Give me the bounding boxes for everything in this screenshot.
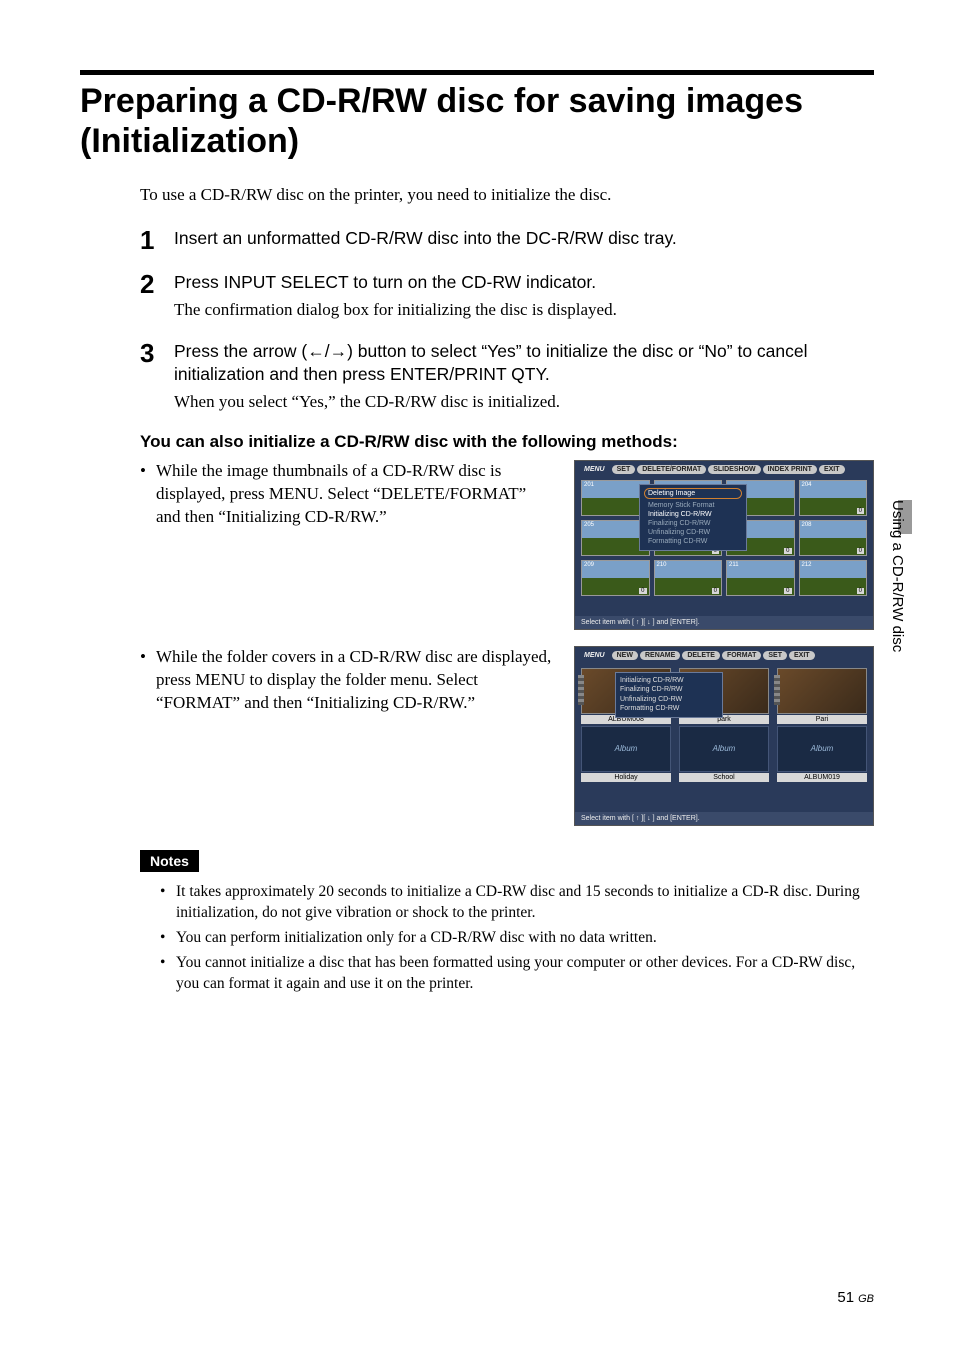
folder-item: Pari bbox=[777, 668, 867, 724]
delete-format-tab: DELETE/FORMAT bbox=[637, 465, 706, 474]
thumbnail: 2080 bbox=[799, 520, 868, 556]
note-item: It takes approximately 20 seconds to ini… bbox=[176, 882, 874, 924]
side-tab-label: Using a CD-R/RW disc bbox=[889, 500, 906, 652]
rename-tab: RENAME bbox=[640, 651, 680, 660]
step-subtext: When you select “Yes,” the CD-R/RW disc … bbox=[174, 391, 874, 414]
bullet-icon: • bbox=[160, 882, 170, 924]
bullet-icon: • bbox=[140, 646, 150, 715]
exit-tab: EXIT bbox=[819, 465, 845, 474]
step-3: 3 Press the arrow (←/→) button to select… bbox=[140, 340, 874, 414]
intro-text: To use a CD-R/RW disc on the printer, yo… bbox=[140, 185, 874, 205]
menu-tab: MENU bbox=[579, 651, 610, 660]
set-tab: SET bbox=[612, 465, 636, 474]
dropdown-option: Formatting CD-RW bbox=[620, 704, 718, 713]
dropdown-option: Formatting CD-RW bbox=[644, 537, 742, 546]
step-instruction: Insert an unformatted CD-R/RW disc into … bbox=[174, 227, 874, 251]
status-bar: Select item with [ ↑ ][ ↓ ] and [ENTER]. bbox=[575, 616, 873, 629]
method-2-text: While the folder covers in a CD-R/RW dis… bbox=[156, 646, 554, 715]
note-item: You cannot initialize a disc that has be… bbox=[176, 953, 874, 995]
step-1: 1 Insert an unformatted CD-R/RW disc int… bbox=[140, 227, 874, 253]
methods-subheading: You can also initialize a CD-R/RW disc w… bbox=[140, 432, 874, 452]
section-rule bbox=[80, 70, 874, 75]
thumbnail: 2110 bbox=[726, 560, 795, 596]
folder-item: Album School bbox=[679, 726, 769, 782]
page-number: 51GB bbox=[837, 1289, 874, 1306]
index-print-tab: INDEX PRINT bbox=[763, 465, 817, 474]
note-item: You can perform initialization only for … bbox=[176, 928, 657, 949]
dropdown-option: Unfinalizing CD-RW bbox=[644, 528, 742, 537]
delete-tab: DELETE bbox=[682, 651, 720, 660]
step-number: 1 bbox=[140, 227, 160, 253]
dropdown-option: Memory Stick Format bbox=[644, 501, 742, 510]
method-2-row: • While the folder covers in a CD-R/RW d… bbox=[140, 646, 874, 826]
step-number: 3 bbox=[140, 340, 160, 414]
notes-heading: Notes bbox=[140, 850, 199, 872]
format-dropdown: Initializing CD-R/RW Finalizing CD-R/RW … bbox=[615, 672, 723, 718]
exit-tab: EXIT bbox=[789, 651, 815, 660]
thumbnail: 2100 bbox=[654, 560, 723, 596]
folder-item: Album ALBUM019 bbox=[777, 726, 867, 782]
dropdown-option: Finalizing CD-R/RW bbox=[644, 519, 742, 528]
slideshow-tab: SLIDESHOW bbox=[708, 465, 760, 474]
page-title: Preparing a CD-R/RW disc for saving imag… bbox=[80, 81, 874, 161]
step-subtext: The confirmation dialog box for initiali… bbox=[174, 299, 874, 322]
format-dropdown: Deleting Image Memory Stick Format Initi… bbox=[639, 484, 747, 551]
step-instruction: Press the arrow (←/→) button to select “… bbox=[174, 340, 874, 387]
step-2: 2 Press INPUT SELECT to turn on the CD-R… bbox=[140, 271, 874, 322]
screenshot-folders: MENU NEW RENAME DELETE FORMAT SET EXIT A… bbox=[574, 646, 874, 826]
dropdown-highlight: Deleting Image bbox=[644, 488, 742, 499]
dropdown-option: Finalizing CD-R/RW bbox=[620, 685, 718, 694]
bullet-icon: • bbox=[160, 928, 170, 949]
status-bar: Select item with [ ↑ ][ ↓ ] and [ENTER]. bbox=[575, 812, 873, 825]
dropdown-highlight: Initializing CD-R/RW bbox=[620, 676, 718, 685]
thumbnail: 2120 bbox=[799, 560, 868, 596]
bullet-icon: • bbox=[140, 460, 150, 529]
dropdown-option: Initializing CD-R/RW bbox=[644, 510, 742, 519]
step-instruction: Press INPUT SELECT to turn on the CD-RW … bbox=[174, 271, 874, 295]
thumbnail: 2040 bbox=[799, 480, 868, 516]
bullet-icon: • bbox=[160, 953, 170, 995]
steps-list: 1 Insert an unformatted CD-R/RW disc int… bbox=[140, 227, 874, 414]
screenshot-thumbnails: MENU SET DELETE/FORMAT SLIDESHOW INDEX P… bbox=[574, 460, 874, 630]
new-tab: NEW bbox=[612, 651, 638, 660]
set-tab: SET bbox=[763, 651, 787, 660]
step-number: 2 bbox=[140, 271, 160, 322]
dropdown-option: Unfinalizing CD-RW bbox=[620, 695, 718, 704]
method-1-row: • While the image thumbnails of a CD-R/R… bbox=[140, 460, 874, 630]
menu-tab: MENU bbox=[579, 465, 610, 474]
method-1-text: While the image thumbnails of a CD-R/RW … bbox=[156, 460, 554, 529]
format-tab: FORMAT bbox=[722, 651, 761, 660]
folder-item: Album Holiday bbox=[581, 726, 671, 782]
thumbnail: 2090 bbox=[581, 560, 650, 596]
notes-list: •It takes approximately 20 seconds to in… bbox=[160, 882, 874, 995]
